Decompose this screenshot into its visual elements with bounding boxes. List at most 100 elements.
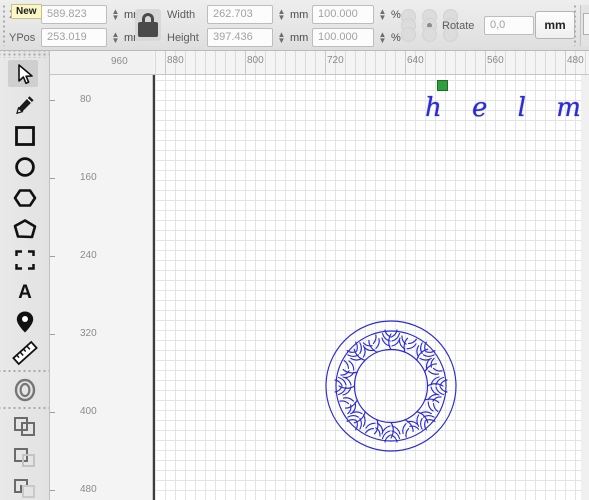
properties-toolbar: XPos 589.823 ▲▼ mm New YPos 253.019 ▲▼ m…: [0, 0, 589, 51]
ruler-label-h: 480: [567, 55, 584, 66]
rotate-label: Rotate: [442, 19, 475, 32]
floral-wreath-object[interactable]: [324, 319, 458, 453]
tool-rail-drag-handle[interactable]: [0, 51, 49, 58]
ruler-notch-v: [50, 490, 55, 491]
offset-tool[interactable]: [0, 374, 50, 405]
ruler-tick: [465, 51, 466, 74]
width-percent-input[interactable]: 100.000: [312, 5, 374, 24]
pencil-icon: [16, 95, 34, 114]
ruler-tick-major: [565, 51, 566, 74]
ypos-label: YPos: [9, 31, 36, 44]
ypos-input[interactable]: 253.019: [41, 28, 107, 47]
ruler-tick: [305, 51, 306, 74]
ruler-tick: [515, 51, 516, 74]
ruler-tick-major: [165, 51, 166, 74]
subtract-tool[interactable]: [0, 442, 50, 473]
ruler-tick-major: [485, 51, 486, 74]
canvas-vertical-scrollbar[interactable]: [581, 75, 589, 500]
ypos-stepper[interactable]: ▲ ▼: [110, 28, 121, 47]
ruler-tick: [425, 51, 426, 74]
ruler-tick: [195, 51, 196, 74]
width-label: Width: [167, 8, 196, 21]
ruler-label-h: 720: [327, 55, 344, 66]
height-percent-unit: %: [391, 31, 401, 44]
text-object-helmi[interactable]: h e l m i: [425, 93, 589, 123]
page-boundary-line: [153, 75, 155, 500]
ring-icon: [14, 378, 36, 401]
ruler-notch-v: [50, 256, 55, 257]
ruler-tick: [505, 51, 506, 74]
union-tool[interactable]: [0, 411, 50, 442]
select-tool[interactable]: [0, 58, 50, 89]
selection-handle[interactable]: [437, 80, 448, 91]
ruler-tick: [155, 51, 156, 74]
ruler-tick: [355, 51, 356, 74]
right-panel-edge[interactable]: [580, 5, 589, 46]
toolbar-drag-handle-left[interactable]: [1, 4, 6, 46]
ruler-label-h: 640: [407, 55, 424, 66]
rotate-input[interactable]: 0,0: [484, 16, 534, 35]
measure-tool[interactable]: [0, 337, 50, 368]
shapes-subtract-icon: [14, 447, 35, 467]
ruler-tick: [205, 51, 206, 74]
width-stepper[interactable]: ▲ ▼: [276, 5, 287, 24]
shapes-union-icon: [14, 416, 35, 436]
vertical-ruler[interactable]: 80 160 240 320 400 480: [50, 75, 153, 500]
ruler-tick: [375, 51, 376, 74]
ruler-tick: [315, 51, 316, 74]
ruler-tick: [345, 51, 346, 74]
ruler-tick: [395, 51, 396, 74]
rectangle-tool[interactable]: [0, 120, 50, 151]
lock-body: [138, 22, 158, 37]
ellipse-tool[interactable]: [0, 151, 50, 182]
ruler-tick: [235, 51, 236, 74]
ruler-tick: [435, 51, 436, 74]
circle-icon: [15, 156, 35, 177]
width-input[interactable]: 262.703: [207, 5, 273, 24]
height-input[interactable]: 397.436: [207, 28, 273, 47]
ruler-label-h: 800: [247, 55, 264, 66]
right-panel-preview: [583, 13, 589, 35]
polygon-tool[interactable]: [0, 182, 50, 213]
freeform-tool[interactable]: [0, 213, 50, 244]
ruler-tick: [215, 51, 216, 74]
marker-tool[interactable]: [0, 306, 50, 337]
unit-toggle-button[interactable]: mm: [535, 11, 575, 39]
shapes-intersect-icon: [14, 478, 35, 498]
ruler-label-h: 880: [167, 55, 184, 66]
ruler-tick: [475, 51, 476, 74]
text-tool[interactable]: A: [0, 275, 50, 306]
design-canvas[interactable]: h e l m i: [153, 75, 589, 500]
intersect-tool[interactable]: [0, 473, 50, 500]
floral-wreath-icon: [325, 320, 457, 452]
square-icon: [15, 125, 35, 146]
horizontal-ruler[interactable]: 880 800 720 640 560 480: [153, 51, 589, 75]
anchor-bottom-center[interactable]: [422, 27, 437, 42]
ruler-tick: [525, 51, 526, 74]
ruler-tick: [585, 51, 586, 74]
map-pin-icon: [16, 311, 34, 332]
new-badge: New: [11, 4, 42, 19]
ruler-tick: [555, 51, 556, 74]
height-stepper[interactable]: ▲ ▼: [276, 28, 287, 47]
ruler-tick: [385, 51, 386, 74]
xpos-input[interactable]: 589.823: [41, 5, 107, 24]
height-percent-stepper[interactable]: ▲ ▼: [377, 28, 388, 47]
anchor-bottom-left[interactable]: [401, 27, 416, 42]
ruler-tick: [545, 51, 546, 74]
height-percent-input[interactable]: 100.000: [312, 28, 374, 47]
ruler-tick-major: [325, 51, 326, 74]
ruler-notch-v: [50, 334, 55, 335]
ruler-tick: [275, 51, 276, 74]
crop-tool[interactable]: [0, 244, 50, 275]
xpos-stepper[interactable]: ▲ ▼: [110, 5, 121, 24]
tool-rail: A: [0, 51, 50, 500]
ruler-tick: [295, 51, 296, 74]
lock-aspect-ratio-icon[interactable]: [135, 9, 161, 41]
app-window: XPos 589.823 ▲▼ mm New YPos 253.019 ▲▼ m…: [0, 0, 589, 500]
pencil-tool[interactable]: [0, 89, 50, 120]
ruler-icon: [12, 340, 38, 365]
width-percent-stepper[interactable]: ▲ ▼: [377, 5, 388, 24]
width-percent-unit: %: [391, 8, 401, 21]
width-unit: mm: [290, 8, 309, 21]
